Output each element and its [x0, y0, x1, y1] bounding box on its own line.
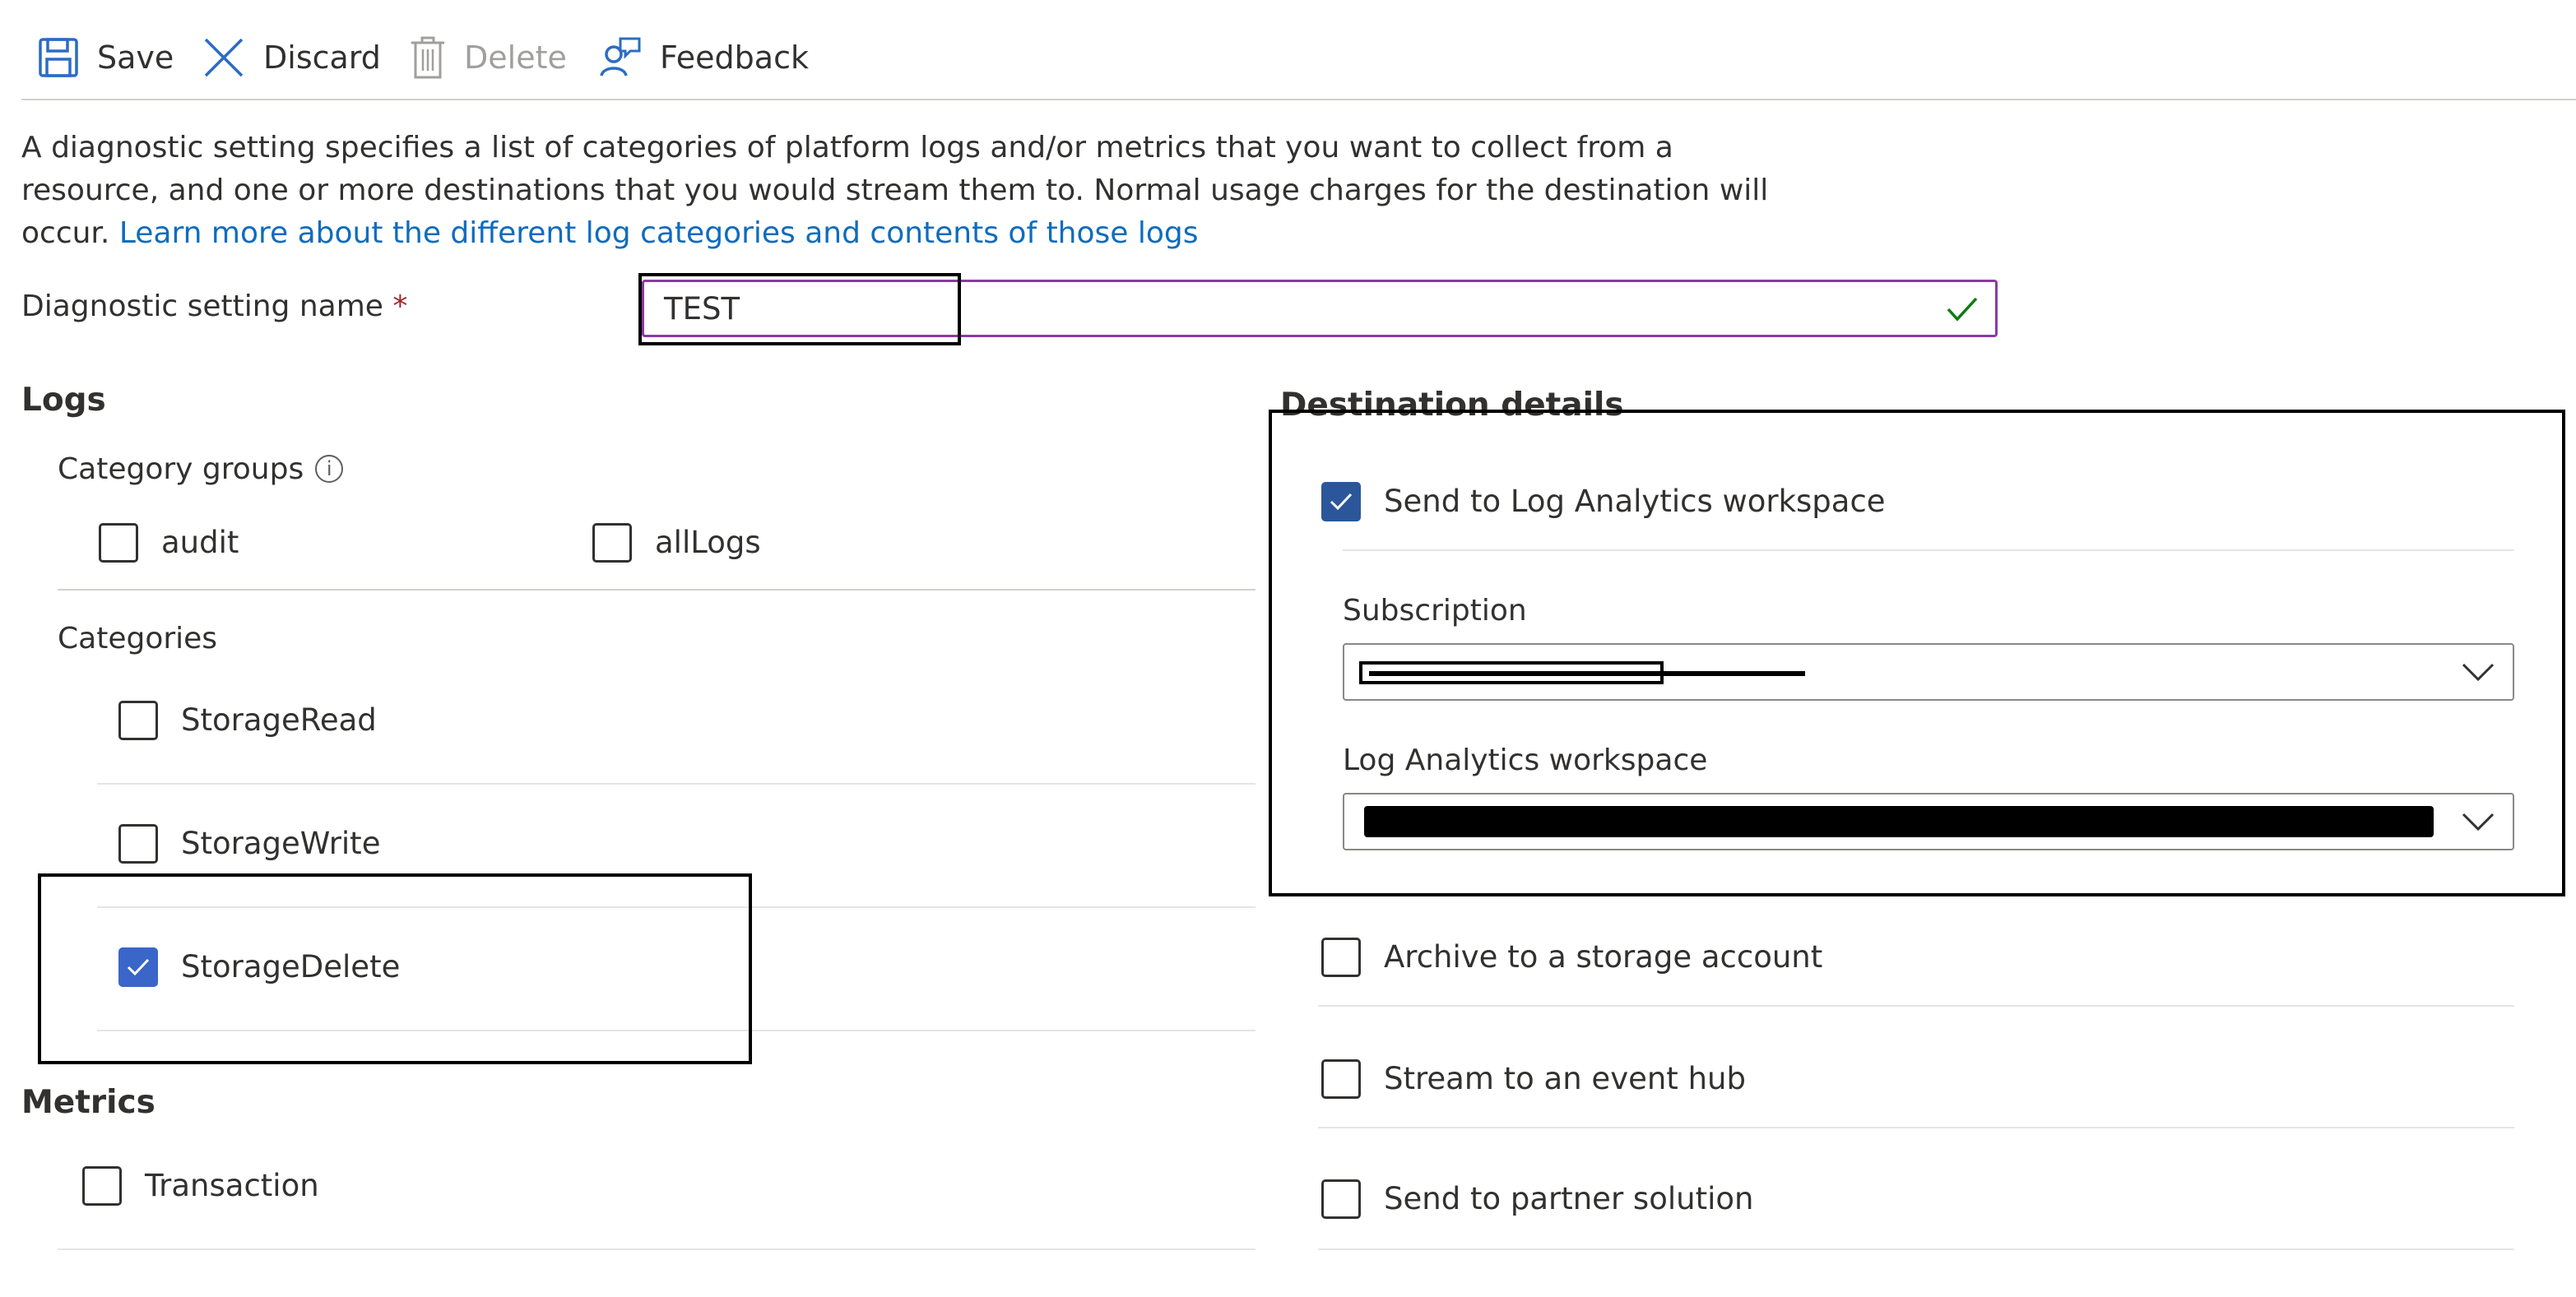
category-row-divider: [97, 783, 1256, 785]
partner-solution-label[interactable]: Send to partner solution: [1384, 1181, 1753, 1216]
audit-label[interactable]: audit: [161, 525, 239, 560]
storagewrite-label[interactable]: StorageWrite: [181, 826, 380, 861]
feedback-icon: [600, 37, 641, 76]
checkmark-icon: [1330, 493, 1353, 511]
checkmark-icon: [1947, 297, 1978, 322]
annotation-box-storagedelete: [38, 873, 752, 1064]
destination-row-divider: [1318, 1005, 2514, 1007]
discard-label: Discard: [263, 39, 381, 76]
toolbar-divider: [21, 99, 2576, 100]
alllogs-label[interactable]: allLogs: [655, 525, 761, 560]
storagewrite-checkbox[interactable]: [118, 824, 158, 864]
categories-label: Categories: [58, 622, 218, 655]
discard-button[interactable]: Discard: [202, 31, 381, 84]
subscription-label: Subscription: [1343, 594, 1527, 628]
workspace-redaction: [1364, 806, 2434, 837]
metrics-heading: Metrics: [21, 1084, 155, 1121]
description: A diagnostic setting specifies a list of…: [21, 127, 1774, 255]
required-mark: *: [392, 290, 408, 323]
log-analytics-label[interactable]: Send to Log Analytics workspace: [1384, 484, 1886, 519]
logs-heading: Logs: [21, 382, 106, 419]
info-icon[interactable]: i: [315, 455, 344, 483]
destination-row-divider: [1318, 1127, 2514, 1128]
workspace-dropdown[interactable]: [1343, 793, 2514, 850]
log-analytics-divider: [1343, 549, 2514, 551]
transaction-label[interactable]: Transaction: [145, 1168, 319, 1203]
destination-row-divider: [1318, 1248, 2514, 1250]
category-groups-label: Category groups i: [58, 452, 344, 486]
audit-checkbox[interactable]: [99, 523, 138, 563]
storageread-checkbox[interactable]: [118, 701, 158, 740]
feedback-label: Feedback: [660, 39, 809, 76]
metrics-divider: [58, 1248, 1256, 1250]
workspace-label: Log Analytics workspace: [1343, 743, 1708, 777]
setting-name-label: Diagnostic setting name *: [21, 290, 408, 323]
close-icon: [204, 38, 244, 77]
chevron-down-icon: [2462, 663, 2495, 682]
save-label: Save: [97, 39, 174, 76]
category-groups-divider: [58, 589, 1256, 591]
alllogs-checkbox[interactable]: [592, 523, 632, 563]
subscription-dropdown[interactable]: [1343, 643, 2514, 701]
save-icon: [39, 38, 78, 77]
partner-solution-checkbox[interactable]: [1321, 1179, 1361, 1219]
archive-storage-checkbox[interactable]: [1321, 938, 1361, 977]
archive-storage-label[interactable]: Archive to a storage account: [1384, 939, 1822, 975]
annotation-box-name: [638, 273, 961, 345]
save-button[interactable]: Save: [38, 31, 174, 84]
storageread-label[interactable]: StorageRead: [181, 702, 377, 738]
log-analytics-checkbox[interactable]: [1321, 482, 1361, 521]
event-hub-checkbox[interactable]: [1321, 1059, 1361, 1099]
delete-label: Delete: [464, 39, 567, 76]
feedback-button[interactable]: Feedback: [599, 31, 809, 84]
event-hub-label[interactable]: Stream to an event hub: [1384, 1061, 1746, 1096]
trash-icon: [411, 36, 444, 79]
chevron-down-icon: [2462, 813, 2495, 831]
learn-more-link[interactable]: Learn more about the different log categ…: [119, 216, 1199, 250]
subscription-redaction-line: [1369, 671, 1805, 676]
delete-button[interactable]: Delete: [410, 31, 567, 84]
transaction-checkbox[interactable]: [82, 1166, 122, 1206]
